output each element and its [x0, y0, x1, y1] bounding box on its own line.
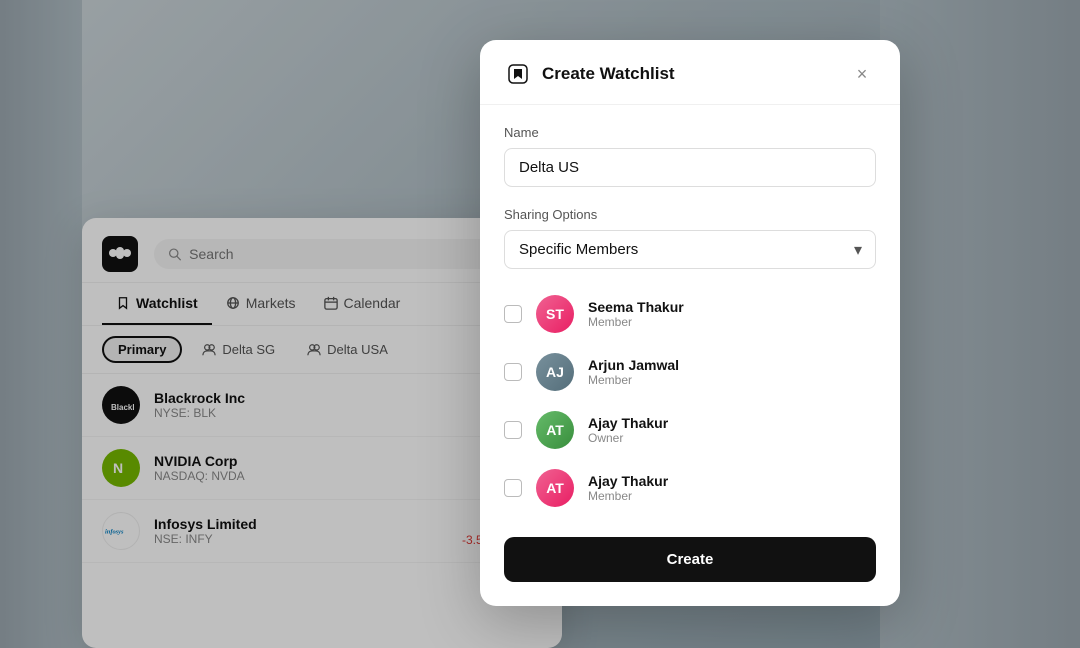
modal-title: Create Watchlist: [542, 64, 675, 84]
create-button[interactable]: Create: [504, 537, 876, 582]
sharing-field-label: Sharing Options: [504, 207, 876, 222]
sharing-select-wrapper: Specific Members All Members Private ▾: [504, 230, 876, 269]
create-watchlist-modal: Create Watchlist × Name Sharing Options …: [480, 40, 900, 606]
member-info-ajay1: Ajay Thakur Owner: [588, 415, 876, 445]
member-name: Ajay Thakur: [588, 415, 876, 431]
member-name: Seema Thakur: [588, 299, 876, 315]
member-role: Member: [588, 315, 876, 329]
member-checkbox-ajay1[interactable]: [504, 421, 522, 439]
avatar-ajay2: AT: [536, 469, 574, 507]
member-role: Member: [588, 373, 876, 387]
member-role: Member: [588, 489, 876, 503]
member-role: Owner: [588, 431, 876, 445]
list-item: AT Ajay Thakur Member: [504, 459, 876, 517]
member-checkbox-ajay2[interactable]: [504, 479, 522, 497]
list-item: ST Seema Thakur Member: [504, 285, 876, 343]
member-info-arjun: Arjun Jamwal Member: [588, 357, 876, 387]
watchlist-name-input[interactable]: [504, 148, 876, 187]
avatar-arjun: AJ: [536, 353, 574, 391]
avatar-ajay1: AT: [536, 411, 574, 449]
sharing-options-select[interactable]: Specific Members All Members Private: [504, 230, 876, 269]
member-info-ajay2: Ajay Thakur Member: [588, 473, 876, 503]
member-info-seema: Seema Thakur Member: [588, 299, 876, 329]
list-item: AJ Arjun Jamwal Member: [504, 343, 876, 401]
modal-header: Create Watchlist ×: [480, 40, 900, 105]
name-field-label: Name: [504, 125, 876, 140]
member-checkbox-seema[interactable]: [504, 305, 522, 323]
list-item: AT Ajay Thakur Owner: [504, 401, 876, 459]
members-list: ST Seema Thakur Member AJ Arjun Jamwal M…: [504, 285, 876, 517]
avatar-seema: ST: [536, 295, 574, 333]
modal-close-button[interactable]: ×: [848, 60, 876, 88]
modal-title-row: Create Watchlist: [504, 60, 675, 88]
member-name: Arjun Jamwal: [588, 357, 876, 373]
modal-body: Name Sharing Options Specific Members Al…: [480, 105, 900, 517]
member-name: Ajay Thakur: [588, 473, 876, 489]
member-checkbox-arjun[interactable]: [504, 363, 522, 381]
watchlist-modal-icon: [504, 60, 532, 88]
